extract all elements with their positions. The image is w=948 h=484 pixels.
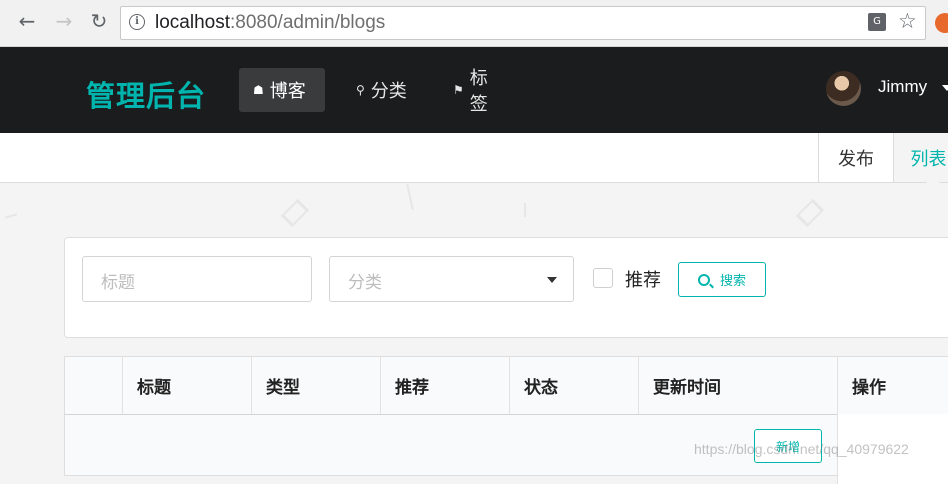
- menu-item-tag[interactable]: ⚑ 标签: [439, 68, 519, 115]
- search-button[interactable]: 搜索: [678, 262, 766, 297]
- menu-label-tag: 标签: [469, 68, 488, 115]
- table-header-index: [65, 357, 122, 414]
- user-name[interactable]: Jimmy: [878, 77, 927, 97]
- watermark-text: https://blog.csdn.net/qq_40979622: [694, 441, 909, 457]
- reload-icon[interactable]: ↻: [87, 9, 111, 33]
- avatar[interactable]: [826, 71, 861, 106]
- translate-icon[interactable]: G: [868, 13, 886, 31]
- tab-publish[interactable]: 发布: [818, 133, 893, 182]
- table-header-recommend: 推荐: [380, 357, 509, 414]
- chevron-down-icon[interactable]: [942, 85, 948, 91]
- table-header-status: 状态: [509, 357, 638, 414]
- title-placeholder: 标题: [101, 273, 135, 293]
- table-header-actions: 操作: [837, 357, 948, 414]
- menu-label-category: 分类: [370, 81, 407, 102]
- title-input[interactable]: 标题: [82, 256, 312, 302]
- home-icon: ☗: [253, 83, 264, 97]
- table-header-updated: 更新时间: [638, 357, 837, 414]
- table-header-type: 类型: [251, 357, 380, 414]
- star-icon[interactable]: ☆: [898, 9, 917, 33]
- blog-table: 标题 类型 推荐 状态 更新时间 操作 新增: [64, 356, 948, 484]
- tab-list[interactable]: 列表: [893, 133, 948, 182]
- background-diamond: [795, 198, 825, 228]
- search-button-label: 搜索: [719, 274, 746, 289]
- tab-publish-label: 发布: [838, 148, 874, 170]
- background-stroke: [524, 203, 526, 217]
- site-info-icon[interactable]: i: [129, 14, 145, 30]
- browser-toolbar: ← → ↻ i localhost:8080/admin/blogs G ☆: [0, 0, 948, 47]
- dropdown-caret-icon: [547, 277, 557, 283]
- search-icon: [697, 273, 710, 286]
- recommend-label[interactable]: 推荐: [625, 266, 661, 292]
- filter-form: 标题 分类 推荐 搜索: [64, 237, 948, 338]
- address-url[interactable]: localhost:8080/admin/blogs: [155, 12, 385, 34]
- tab-list-label: 列表: [910, 148, 947, 170]
- category-placeholder: 分类: [348, 273, 382, 293]
- background-stroke: [4, 213, 18, 219]
- category-select[interactable]: 分类: [329, 256, 574, 302]
- table-header: 标题 类型 推荐 状态 更新时间 操作: [65, 357, 948, 415]
- menu-item-blog[interactable]: ☗ 博客: [239, 68, 325, 112]
- brand-title[interactable]: 管理后台: [86, 73, 206, 115]
- extension-icon[interactable]: [935, 13, 948, 33]
- table-header-title: 标题: [122, 357, 251, 414]
- url-host: localhost: [155, 12, 230, 33]
- recommend-checkbox[interactable]: [593, 268, 613, 288]
- background-diamond: [280, 198, 310, 228]
- address-bar[interactable]: i localhost:8080/admin/blogs G ☆: [120, 6, 926, 40]
- back-icon[interactable]: ←: [15, 9, 39, 33]
- menu-item-category[interactable]: ⚲ 分类: [342, 68, 422, 112]
- lightbulb-icon: ⚲: [356, 83, 365, 97]
- menu-label-blog: 博客: [269, 81, 306, 102]
- top-navbar: 管理后台 ☗ 博客 ⚲ 分类 ⚑ 标签 Jimmy: [0, 47, 948, 133]
- active-tab-pointer: [925, 181, 941, 189]
- url-path: :8080/admin/blogs: [230, 12, 386, 33]
- forward-icon[interactable]: →: [52, 9, 76, 33]
- background-stroke: [406, 184, 414, 210]
- tag-icon: ⚑: [453, 83, 464, 97]
- sub-toolbar: 发布 列表: [0, 133, 948, 183]
